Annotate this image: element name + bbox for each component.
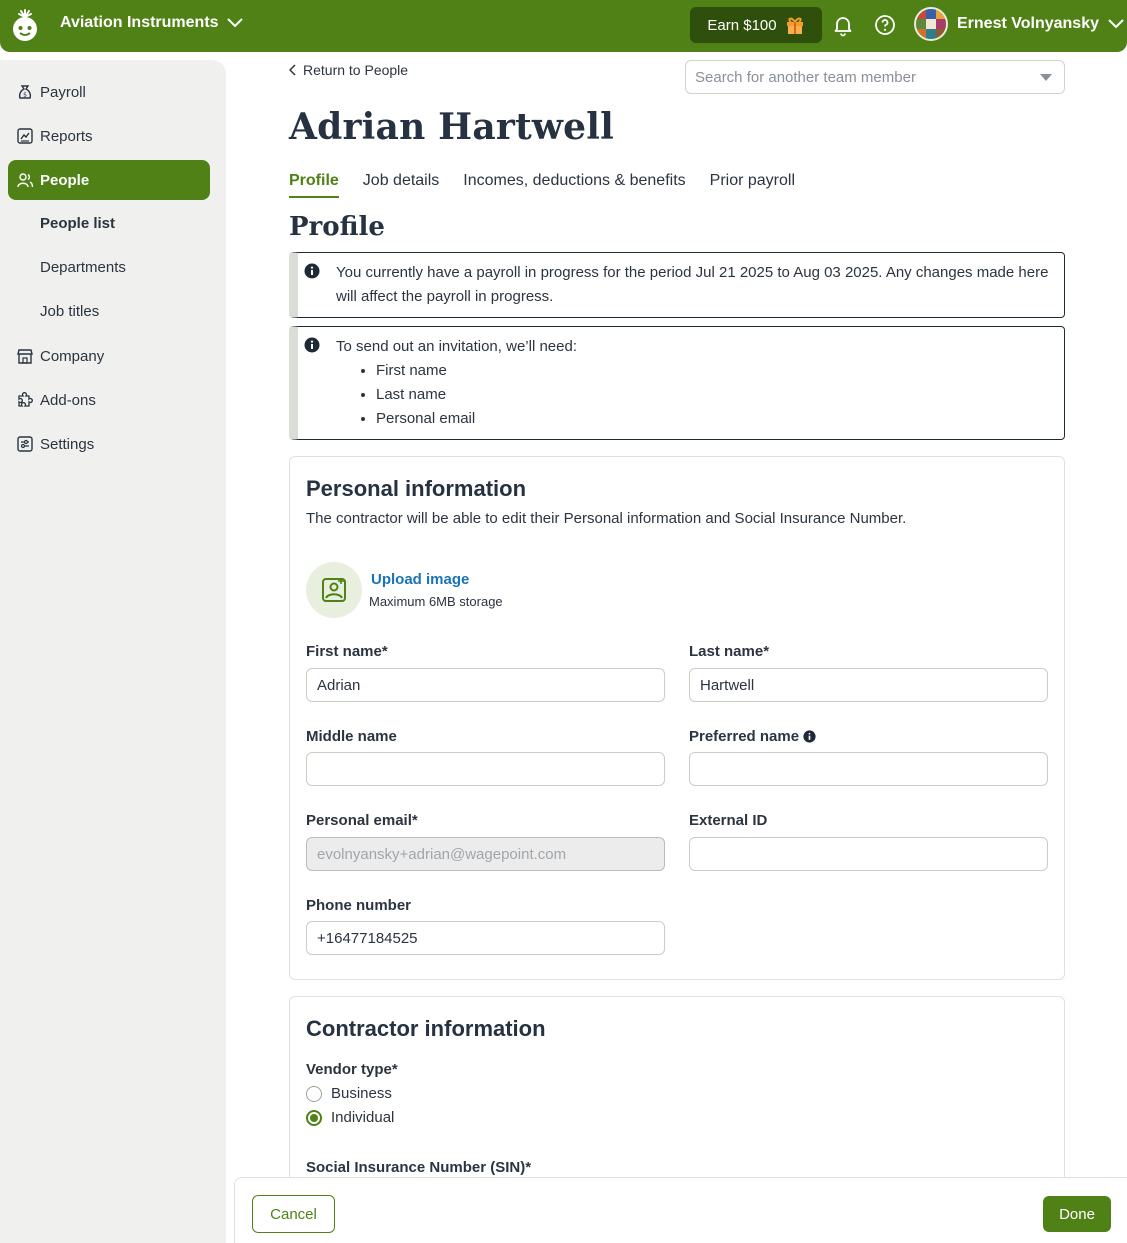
notice-text: To send out an invitation, we’ll need:: [336, 338, 577, 355]
help-icon[interactable]: [873, 13, 897, 37]
people-icon: [17, 173, 34, 188]
sidebar-item-label: Payroll: [40, 83, 86, 101]
invitation-requirements-notice: To send out an invitation, we’ll need: F…: [289, 326, 1065, 440]
sidebar-item-people[interactable]: People: [8, 160, 210, 200]
radio-button[interactable]: [306, 1109, 322, 1126]
earn-label: Earn $100: [707, 16, 777, 34]
chevron-down-icon: [1108, 19, 1124, 29]
preferred-name-field[interactable]: [689, 752, 1048, 786]
sidebar-item-settings[interactable]: Settings: [8, 424, 210, 464]
personal-information-card: Personal information The contractor will…: [289, 456, 1065, 980]
sidebar-item-add-ons[interactable]: Add-ons: [8, 380, 210, 420]
radio-label: Business: [331, 1085, 392, 1102]
personal-email-field: evolnyansky+adrian@wagepoint.com: [306, 837, 665, 871]
back-label: Return to People: [303, 62, 409, 78]
list-item: Personal email: [376, 407, 1064, 431]
tab-incomes-deductions-benefits[interactable]: Incomes, deductions & benefits: [463, 172, 685, 198]
bell-icon[interactable]: [831, 13, 855, 37]
sin-label: Social Insurance Number (SIN)*: [306, 1159, 532, 1176]
card-description: The contractor will be able to edit thei…: [306, 510, 907, 527]
card-title: Contractor information: [306, 1016, 546, 1041]
vendor-type-label: Vendor type*: [306, 1061, 398, 1078]
image-placeholder[interactable]: [306, 562, 362, 618]
info-icon: [304, 337, 320, 353]
caret-down-icon: [1040, 74, 1052, 81]
vendor-type-business-radio[interactable]: Business: [306, 1085, 392, 1102]
chevron-down-icon: [226, 18, 243, 28]
requirements-list: First name Last name Personal email: [298, 359, 1064, 431]
done-button[interactable]: Done: [1043, 1196, 1111, 1232]
wagepoint-logo-icon[interactable]: [8, 8, 42, 42]
first-name-field[interactable]: Adrian: [306, 668, 665, 702]
sidebar-item-label: Reports: [40, 127, 93, 145]
team-member-search[interactable]: Search for another team member: [685, 60, 1065, 94]
sidebar-item-label: Add-ons: [40, 391, 96, 409]
action-footer: Cancel Done: [234, 1177, 1127, 1243]
section-title: Profile: [289, 212, 385, 242]
search-placeholder: Search for another team member: [695, 68, 916, 86]
last-name-label: Last name*: [689, 643, 770, 660]
avatar: [914, 7, 948, 41]
sidebar: $ Payroll Reports People People list Dep…: [0, 60, 226, 1243]
gift-icon: [786, 17, 803, 34]
preferred-name-label-text: Preferred name: [689, 728, 800, 745]
cancel-button[interactable]: Cancel: [252, 1195, 335, 1233]
external-id-field[interactable]: [689, 837, 1048, 871]
external-id-label: External ID: [689, 812, 768, 829]
info-icon[interactable]: [803, 730, 816, 743]
preferred-name-label: Preferred name: [689, 728, 816, 745]
chevron-left-icon: [289, 64, 296, 76]
last-name-field[interactable]: Hartwell: [689, 668, 1048, 702]
sidebar-item-company[interactable]: Company: [8, 336, 210, 376]
vendor-type-individual-radio[interactable]: Individual: [306, 1109, 394, 1126]
upload-size-note: Maximum 6MB storage: [369, 594, 503, 609]
company-icon: [17, 349, 33, 364]
list-item: Last name: [376, 383, 1064, 407]
sidebar-item-reports[interactable]: Reports: [8, 116, 210, 156]
page-title: Adrian Hartwell: [289, 106, 614, 148]
sidebar-subitem-departments[interactable]: Departments: [40, 259, 126, 276]
payroll-icon: $: [18, 85, 32, 99]
earn-referral-button[interactable]: Earn $100: [690, 7, 822, 43]
profile-tabs: Profile Job details Incomes, deductions …: [289, 172, 795, 198]
list-item: First name: [376, 359, 1064, 383]
upload-image-link[interactable]: Upload image: [371, 571, 469, 588]
sidebar-subitem-job-titles[interactable]: Job titles: [40, 303, 99, 320]
phone-number-label: Phone number: [306, 897, 412, 914]
radio-button[interactable]: [306, 1085, 322, 1102]
first-name-label: First name*: [306, 643, 388, 660]
company-name: Aviation Instruments: [60, 14, 219, 31]
image-upload-icon: [322, 578, 346, 602]
reports-icon: [17, 128, 33, 144]
notice-text: You currently have a payroll in progress…: [336, 264, 1049, 305]
middle-name-field[interactable]: [306, 752, 665, 786]
phone-number-field[interactable]: +16477184525: [306, 921, 665, 955]
settings-icon: [17, 436, 33, 452]
personal-email-label: Personal email*: [306, 812, 418, 829]
radio-label: Individual: [331, 1109, 395, 1126]
return-to-people-link[interactable]: Return to People: [289, 62, 408, 78]
sidebar-item-label: Settings: [40, 435, 95, 453]
tab-prior-payroll[interactable]: Prior payroll: [710, 172, 795, 198]
info-icon: [304, 263, 320, 279]
tab-job-details[interactable]: Job details: [363, 172, 440, 198]
puzzle-icon: [18, 392, 33, 407]
tab-profile[interactable]: Profile: [289, 172, 339, 198]
top-bar: Aviation Instruments Earn $100 Ernest Vo…: [0, 0, 1127, 52]
user-name: Ernest Volnyansky: [957, 15, 1099, 32]
sidebar-item-label: People: [40, 171, 90, 189]
payroll-in-progress-notice: You currently have a payroll in progress…: [289, 252, 1065, 318]
sidebar-item-label: Company: [40, 347, 105, 365]
sidebar-item-payroll[interactable]: $ Payroll: [8, 72, 210, 112]
card-title: Personal information: [306, 476, 527, 501]
user-menu[interactable]: Ernest Volnyansky: [914, 7, 1124, 41]
sidebar-subitem-people-list[interactable]: People list: [40, 215, 115, 232]
company-switcher[interactable]: Aviation Instruments: [60, 14, 243, 32]
svg-text:$: $: [23, 92, 27, 99]
middle-name-label: Middle name: [306, 728, 397, 745]
